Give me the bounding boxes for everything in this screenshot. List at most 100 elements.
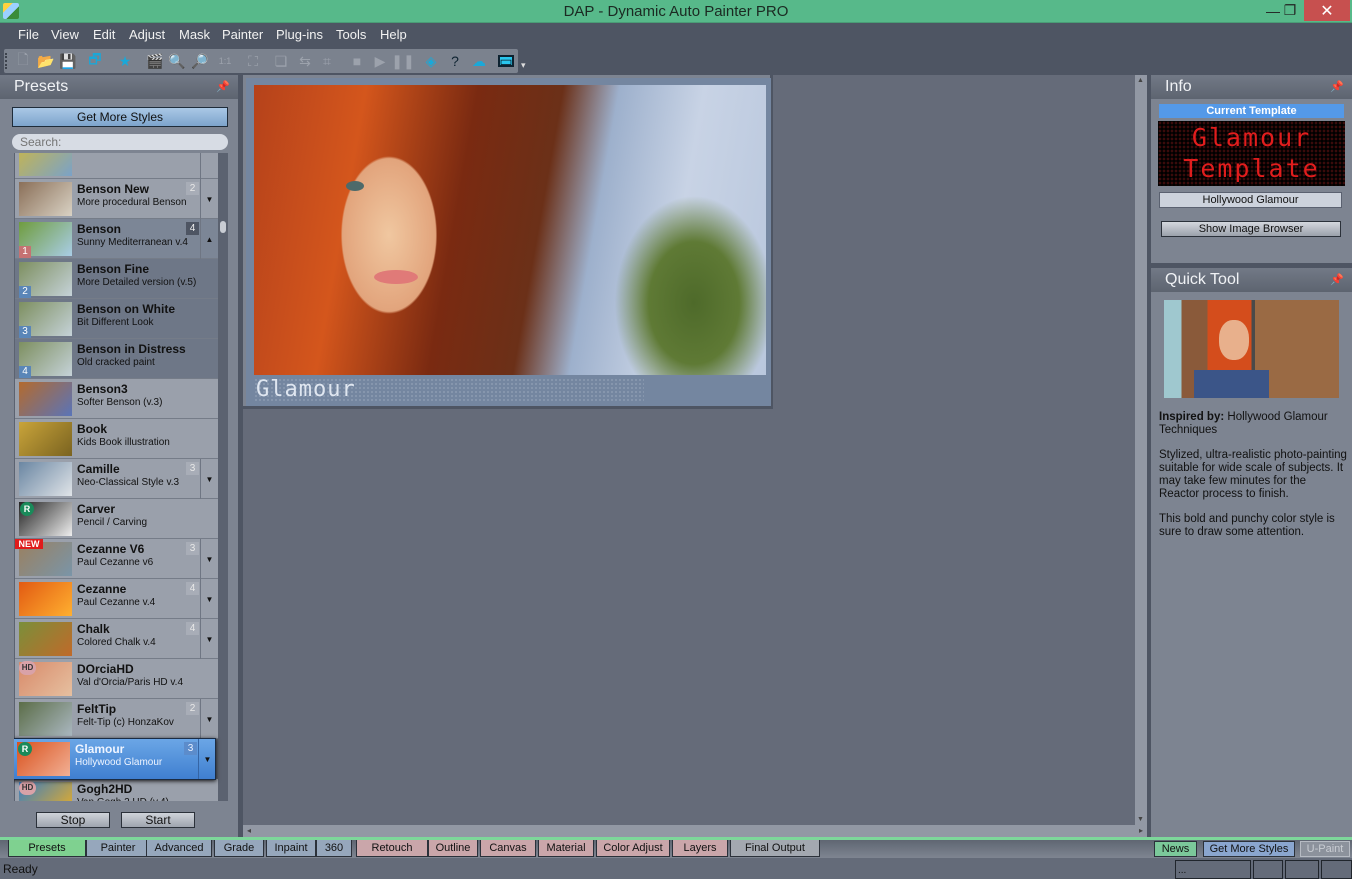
get-more-styles-button[interactable]: Get More Styles — [12, 107, 228, 127]
expand-arrow-icon[interactable]: ▼ — [200, 539, 218, 579]
crop-icon[interactable]: ⌗ — [318, 52, 336, 70]
start-button[interactable]: Start — [121, 812, 195, 828]
collapse-arrow-icon[interactable]: ▲ — [200, 219, 218, 259]
clapper-icon[interactable]: 🎬 — [146, 52, 164, 70]
preset-item[interactable]: Gogh2HDVan Gogh 2 HD (v.4) HD — [15, 779, 218, 801]
info-header: Info 📌 — [1151, 75, 1352, 99]
tab-retouch[interactable]: Retouch — [356, 840, 428, 857]
menu-view[interactable]: View — [51, 27, 79, 42]
news-button[interactable]: News — [1154, 841, 1197, 857]
copy-icon[interactable]: ❏ — [272, 52, 290, 70]
pin-icon[interactable]: 📌 — [216, 80, 230, 93]
expand-arrow-icon[interactable]: ▼ — [198, 739, 216, 779]
preset-item[interactable]: Carver Pencil / Carving R — [15, 499, 218, 539]
restore-icon: ❐ — [1283, 2, 1297, 18]
expand-arrow-icon[interactable]: ▼ — [200, 459, 218, 499]
pin-icon[interactable]: 📌 — [1330, 80, 1344, 93]
tab-outline[interactable]: Outline — [428, 840, 478, 857]
u-paint-button[interactable]: U-Paint — [1300, 841, 1350, 857]
expand-arrow-icon[interactable]: ▼ — [200, 619, 218, 659]
favorite-star-icon[interactable]: ★ — [116, 52, 134, 70]
quick-tool-panel: Quick Tool 📌 Inspired by: Hollywood Glam… — [1151, 268, 1352, 837]
zoom-icon[interactable]: 🔍 — [168, 52, 186, 70]
preset-description: Bit Different Look — [77, 317, 154, 328]
batch-icon[interactable]: 🗗 — [86, 51, 104, 70]
menu-painter[interactable]: Painter — [222, 27, 263, 42]
canvas-horizontal-scrollbar[interactable]: ◂ ▸ — [243, 825, 1147, 837]
preset-item[interactable]: Benson Fine More Detailed version (v.5) 2 — [15, 259, 218, 299]
toolbar-overflow-icon[interactable]: ▾ — [521, 60, 526, 71]
cloud-download-icon[interactable]: ☁ — [470, 52, 488, 70]
stop-button[interactable]: Stop — [36, 812, 110, 828]
scroll-left-icon[interactable]: ◂ — [247, 826, 251, 835]
canvas-vertical-scrollbar[interactable]: ▲ ▼ — [1135, 75, 1147, 825]
scroll-right-icon[interactable]: ▸ — [1139, 826, 1143, 835]
preset-item[interactable]: Synthetic Watercolor ▼ — [15, 153, 218, 179]
get-more-styles-bottom-button[interactable]: Get More Styles — [1203, 841, 1295, 857]
scroll-up-icon[interactable]: ▲ — [1137, 77, 1144, 84]
zoom-2x-icon[interactable]: 🔎 — [191, 52, 209, 70]
tab-grade[interactable]: Grade — [214, 840, 264, 857]
expand-arrow-icon[interactable]: ▼ — [200, 153, 218, 179]
expand-arrow-icon[interactable]: ▼ — [200, 179, 218, 219]
lips-shape — [374, 270, 418, 284]
preset-item[interactable]: Benson on White Bit Different Look 3 — [15, 299, 218, 339]
tab-layers[interactable]: Layers — [672, 840, 728, 857]
preset-item[interactable]: Benson in Distress Old cracked paint 4 — [15, 339, 218, 379]
pin-icon[interactable]: 📌 — [1330, 273, 1344, 286]
preset-description: Paul Cezanne v6 — [77, 557, 154, 568]
tab-advanced[interactable]: Advanced — [146, 840, 212, 857]
scroll-down-icon[interactable]: ▼ — [1137, 816, 1144, 823]
tab-painter[interactable]: Painter — [86, 840, 150, 857]
expand-arrow-icon[interactable]: ▼ — [200, 579, 218, 619]
tab-360[interactable]: 360 — [316, 840, 352, 857]
menu-file[interactable]: File — [18, 27, 39, 42]
preset-item[interactable]: Benson Sunny Mediterranean v.4 4 ▲ 1 — [15, 219, 218, 259]
menu-mask[interactable]: Mask — [179, 27, 210, 42]
expand-arrow-icon[interactable]: ▼ — [200, 699, 218, 739]
menu-tools[interactable]: Tools — [336, 27, 366, 42]
screen-icon[interactable]: ▭ — [498, 53, 514, 69]
tab-color-adjust[interactable]: Color Adjust — [596, 840, 670, 857]
menu-edit[interactable]: Edit — [93, 27, 115, 42]
tab-material[interactable]: Material — [538, 840, 594, 857]
play-icon[interactable]: ▶ — [371, 52, 389, 70]
preset-item[interactable]: Benson3 Softer Benson (v.3) — [15, 379, 218, 419]
tab-inpaint[interactable]: Inpaint — [266, 840, 316, 857]
tab-final-output[interactable]: Final Output — [730, 840, 820, 857]
swap-icon[interactable]: ⇆ — [296, 52, 314, 70]
menu-adjust[interactable]: Adjust — [129, 27, 165, 42]
fit-screen-icon[interactable]: ⛶ — [244, 52, 262, 70]
save-icon[interactable]: 💾 — [59, 52, 77, 70]
tab-canvas[interactable]: Canvas — [480, 840, 536, 857]
variant-count-badge: 3 — [186, 542, 199, 555]
preset-search-input[interactable] — [12, 134, 228, 150]
preset-item[interactable]: Cezanne Paul Cezanne v.4 4 ▼ — [15, 579, 218, 619]
preset-list-scrollbar[interactable] — [219, 153, 228, 801]
open-folder-icon[interactable]: 📂 — [37, 52, 55, 70]
menu-help[interactable]: Help — [380, 27, 407, 42]
tab-presets[interactable]: Presets — [8, 840, 86, 857]
toolbar-grip[interactable] — [5, 53, 8, 69]
variant-number-badge: 2 — [19, 286, 31, 298]
preset-item[interactable]: Camille Neo-Classical Style v.3 3 ▼ — [15, 459, 218, 499]
scrollbar-thumb[interactable] — [220, 221, 226, 233]
help-icon[interactable]: ? — [446, 52, 464, 70]
preset-item[interactable]: Cezanne V6 Paul Cezanne v6 3 ▼ NEW — [15, 539, 218, 579]
new-file-icon[interactable]: 🗋 — [14, 51, 32, 70]
close-button[interactable]: ✕ — [1304, 0, 1350, 21]
book-icon[interactable]: ◈ — [422, 52, 440, 70]
preset-item[interactable]: Book Kids Book illustration — [15, 419, 218, 459]
preset-item[interactable]: Glamour Hollywood Glamour 3 ▼ R — [14, 738, 216, 780]
zoom-1-1-icon[interactable]: 1:1 — [216, 52, 234, 70]
stop-icon[interactable]: ■ — [348, 52, 366, 70]
preset-item[interactable]: DOrciaHD Val d'Orcia/Paris HD v.4 HD — [15, 659, 218, 699]
preview-image[interactable] — [254, 85, 766, 375]
restore-button[interactable]: ❐ — [1273, 0, 1307, 21]
preset-item[interactable]: FeltTip Felt-Tip (c) HonzaKov 2 ▼ — [15, 699, 218, 739]
pause-icon[interactable]: ❚❚ — [391, 52, 414, 70]
show-image-browser-button[interactable]: Show Image Browser — [1161, 221, 1341, 237]
preset-item[interactable]: Chalk Colored Chalk v.4 4 ▼ — [15, 619, 218, 659]
menu-plugins[interactable]: Plug-ins — [276, 27, 323, 42]
preset-item[interactable]: Benson New More procedural Benson 2 ▼ — [15, 179, 218, 219]
